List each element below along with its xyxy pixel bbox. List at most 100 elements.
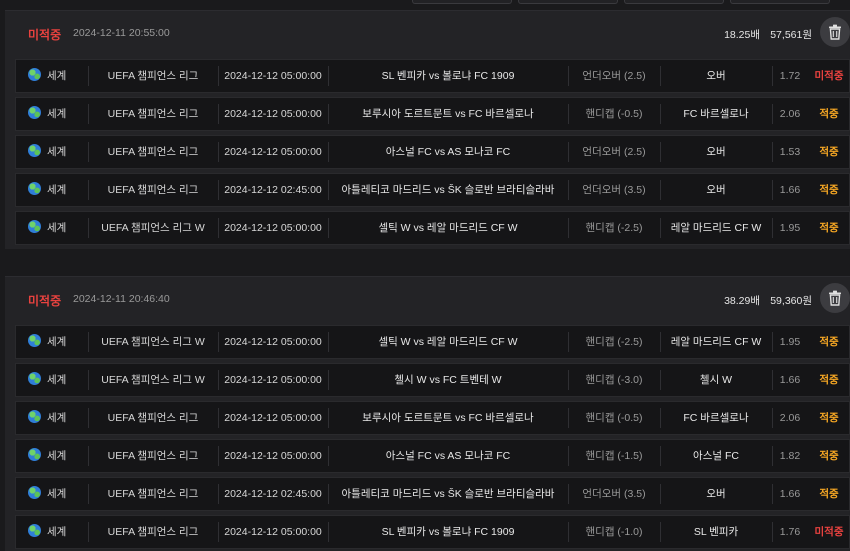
match-time-cell: 2024-12-12 05:00:00	[224, 374, 322, 386]
result-cell: 미적중	[814, 70, 844, 82]
pick-cell: 첼시 W	[699, 374, 733, 386]
match-time-cell: 2024-12-12 02:45:00	[224, 488, 322, 500]
trash-icon	[829, 290, 841, 306]
pick-cell: 오버	[706, 146, 726, 158]
market-cell: 핸디캡 (-1.0)	[585, 526, 643, 538]
market-cell: 핸디캡 (-2.5)	[585, 222, 643, 234]
market-cell: 언더오버 (3.5)	[582, 488, 646, 500]
region-cell: 세계	[28, 516, 88, 548]
odds-cell: 1.76	[779, 526, 801, 538]
league-cell: UEFA 챔피언스 리그 W	[101, 336, 205, 348]
odds-cell: 1.82	[779, 450, 801, 462]
pick-cell: 오버	[706, 184, 726, 196]
match-cell: SL 벤피카 vs 볼로냐 FC 1909	[381, 70, 515, 82]
top-tab[interactable]	[412, 0, 512, 4]
bet-amount: 57,561원	[770, 29, 812, 41]
globe-icon	[28, 524, 41, 537]
region-cell: 세계	[28, 174, 88, 206]
bet-selection-row[interactable]: 세계 UEFA 챔피언스 리그 W 2024-12-12 05:00:00 셀틱…	[15, 211, 850, 245]
match-time-cell: 2024-12-12 05:00:00	[224, 70, 322, 82]
region-cell: 세계	[28, 98, 88, 130]
match-time-cell: 2024-12-12 05:00:00	[224, 526, 322, 538]
pick-cell: FC 바르셀로나	[683, 412, 749, 424]
region-cell: 세계	[28, 212, 88, 244]
match-cell: 보루시아 도르트문트 vs FC 바르셀로나	[362, 412, 534, 424]
delete-button[interactable]	[820, 17, 850, 47]
bet-selection-row[interactable]: 세계 UEFA 챔피언스 리그 2024-12-12 05:00:00 보루시아…	[15, 401, 850, 435]
pick-cell: SL 벤피카	[693, 526, 739, 538]
odds-cell: 1.66	[779, 374, 801, 386]
bet-selection-row[interactable]: 세계 UEFA 챔피언스 리그 2024-12-12 05:00:00 SL 벤…	[15, 515, 850, 549]
region-cell: 세계	[28, 440, 88, 472]
league-cell: UEFA 챔피언스 리그	[107, 70, 199, 82]
region-label: 세계	[47, 146, 67, 158]
result-cell: 적중	[819, 450, 839, 462]
globe-icon	[28, 486, 41, 499]
region-cell: 세계	[28, 364, 88, 396]
total-odds: 18.25배	[724, 29, 760, 41]
league-cell: UEFA 챔피언스 리그	[107, 184, 199, 196]
match-time-cell: 2024-12-12 02:45:00	[224, 184, 322, 196]
odds-cell: 2.06	[779, 412, 801, 424]
match-cell: 첼시 W vs FC 트벤테 W	[394, 374, 502, 386]
league-cell: UEFA 챔피언스 리그	[107, 488, 199, 500]
bet-selection-row[interactable]: 세계 UEFA 챔피언스 리그 W 2024-12-12 05:00:00 셀틱…	[15, 325, 850, 359]
result-cell: 적중	[819, 412, 839, 424]
league-cell: UEFA 챔피언스 리그	[107, 108, 199, 120]
delete-button[interactable]	[820, 283, 850, 313]
bet-selection-row[interactable]: 세계 UEFA 챔피언스 리그 2024-12-12 05:00:00 보루시아…	[15, 97, 850, 131]
bet-selection-row[interactable]: 세계 UEFA 챔피언스 리그 2024-12-12 05:00:00 아스널 …	[15, 135, 850, 169]
market-cell: 언더오버 (2.5)	[582, 146, 646, 158]
region-label: 세계	[47, 450, 67, 462]
top-tab[interactable]	[518, 0, 618, 4]
top-tab[interactable]	[730, 0, 830, 4]
match-cell: 셀틱 W vs 레알 마드리드 CF W	[378, 336, 518, 348]
result-cell: 적중	[819, 146, 839, 158]
match-cell: SL 벤피카 vs 볼로냐 FC 1909	[381, 526, 515, 538]
bet-time: 2024-12-11 20:55:00	[73, 27, 170, 39]
match-cell: 아스널 FC vs AS 모나코 FC	[385, 146, 511, 158]
market-cell: 언더오버 (2.5)	[582, 70, 646, 82]
result-cell: 적중	[819, 184, 839, 196]
league-cell: UEFA 챔피언스 리그	[107, 146, 199, 158]
odds-cell: 2.06	[779, 108, 801, 120]
region-cell: 세계	[28, 136, 88, 168]
match-time-cell: 2024-12-12 05:00:00	[224, 146, 322, 158]
league-cell: UEFA 챔피언스 리그	[107, 450, 199, 462]
globe-icon	[28, 372, 41, 385]
region-cell: 세계	[28, 60, 88, 92]
odds-cell: 1.95	[779, 222, 801, 234]
bet-selection-row[interactable]: 세계 UEFA 챔피언스 리그 2024-12-12 02:45:00 아틀레티…	[15, 173, 850, 207]
globe-icon	[28, 410, 41, 423]
globe-icon	[28, 220, 41, 233]
pick-cell: 오버	[706, 488, 726, 500]
bet-selection-row[interactable]: 세계 UEFA 챔피언스 리그 2024-12-12 02:45:00 아틀레티…	[15, 477, 850, 511]
bet-selection-list: 세계 UEFA 챔피언스 리그 2024-12-12 05:00:00 SL 벤…	[5, 59, 850, 245]
pick-cell: 아스널 FC	[693, 450, 739, 462]
bet-selection-row[interactable]: 세계 UEFA 챔피언스 리그 2024-12-12 05:00:00 아스널 …	[15, 439, 850, 473]
match-time-cell: 2024-12-12 05:00:00	[224, 412, 322, 424]
match-time-cell: 2024-12-12 05:00:00	[224, 222, 322, 234]
bet-slip-card: 미적중 2024-12-11 20:55:00 18.25배 57,561원 세…	[5, 10, 850, 249]
league-cell: UEFA 챔피언스 리그 W	[101, 222, 205, 234]
league-cell: UEFA 챔피언스 리그 W	[101, 374, 205, 386]
match-time-cell: 2024-12-12 05:00:00	[224, 336, 322, 348]
pick-cell: 오버	[706, 70, 726, 82]
globe-icon	[28, 144, 41, 157]
pick-cell: 레알 마드리드 CF W	[670, 336, 762, 348]
bet-selection-row[interactable]: 세계 UEFA 챔피언스 리그 W 2024-12-12 05:00:00 첼시…	[15, 363, 850, 397]
result-cell: 적중	[819, 374, 839, 386]
total-odds: 38.29배	[724, 295, 760, 307]
odds-cell: 1.72	[779, 70, 801, 82]
market-cell: 핸디캡 (-0.5)	[585, 108, 643, 120]
top-tab[interactable]	[624, 0, 724, 4]
bet-selection-row[interactable]: 세계 UEFA 챔피언스 리그 2024-12-12 05:00:00 SL 벤…	[15, 59, 850, 93]
globe-icon	[28, 334, 41, 347]
result-cell: 적중	[819, 488, 839, 500]
match-cell: 셀틱 W vs 레알 마드리드 CF W	[378, 222, 518, 234]
market-cell: 핸디캡 (-2.5)	[585, 336, 643, 348]
bet-selection-list: 세계 UEFA 챔피언스 리그 W 2024-12-12 05:00:00 셀틱…	[5, 325, 850, 549]
region-cell: 세계	[28, 478, 88, 510]
market-cell: 언더오버 (3.5)	[582, 184, 646, 196]
region-label: 세계	[47, 70, 67, 82]
